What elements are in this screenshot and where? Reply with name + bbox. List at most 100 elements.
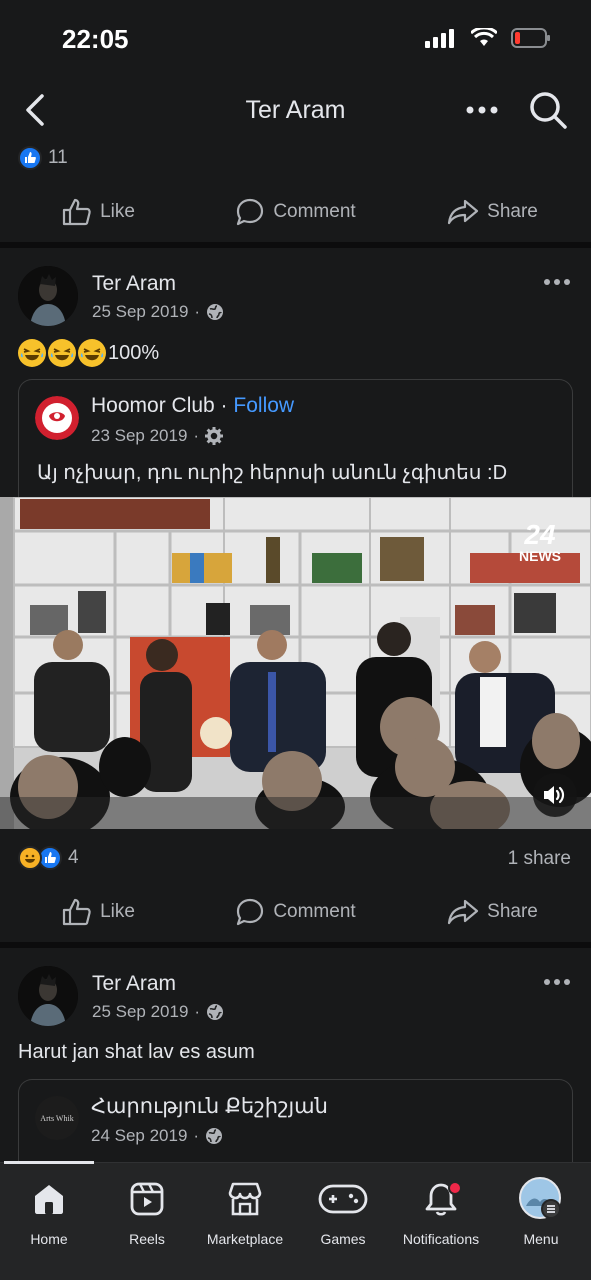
comment-bubble-icon	[237, 898, 264, 926]
more-options-button[interactable]	[462, 94, 502, 126]
shared-author-name[interactable]: Հարություն Քեշիշյան	[91, 1094, 328, 1119]
channel-logo-label: NEWS	[519, 548, 561, 564]
post-divider	[0, 942, 591, 948]
shared-author-name[interactable]: Hoomor Club	[91, 394, 215, 417]
search-icon	[530, 92, 567, 129]
nav-label: Notifications	[402, 1231, 480, 1247]
share-count[interactable]: 1 share	[508, 848, 571, 870]
like-button[interactable]: Like	[0, 884, 197, 940]
marketplace-icon	[228, 1182, 262, 1216]
thumbs-up-icon	[62, 198, 91, 226]
shared-author: Hoomor Club · Follow	[91, 394, 294, 418]
share-button[interactable]: Share	[394, 884, 591, 940]
wifi-icon	[471, 28, 497, 46]
search-button[interactable]	[528, 90, 568, 130]
comment-bubble-icon	[237, 198, 264, 226]
meta-dot: ·	[194, 302, 201, 321]
follow-button[interactable]: Follow	[233, 394, 294, 417]
shared-page-avatar[interactable]: Arts Whik	[35, 1096, 79, 1140]
laughing-emoji-icon	[48, 339, 76, 367]
shared-avatar-text: Arts Whik	[40, 1113, 74, 1123]
nav-label: Reels	[129, 1231, 165, 1247]
reels-icon	[130, 1182, 164, 1216]
share-label: Share	[487, 201, 538, 222]
post-header: Ter Aram 25 Sep 2019 ·	[18, 266, 578, 330]
signal-icon	[425, 29, 454, 48]
like-label: Like	[100, 201, 135, 222]
prev-post-reactions[interactable]: 11	[18, 146, 68, 170]
post-header: Ter Aram 25 Sep 2019 ·	[18, 966, 578, 1030]
nav-label: Games	[320, 1231, 366, 1247]
reaction-count: 11	[48, 147, 68, 168]
globe-icon	[207, 1004, 224, 1020]
like-label: Like	[100, 901, 135, 922]
shared-post-text: Այ ոչխար, դու ուրիշ հերոսի անուն չգիտես …	[37, 462, 508, 484]
shared-post-card[interactable]: Hoomor Club · Follow 23 Sep 2019 · Այ ոչ…	[18, 379, 573, 497]
post-meta: 25 Sep 2019 ·	[92, 302, 224, 322]
battery-icon	[511, 28, 550, 48]
author-name[interactable]: Ter Aram	[92, 272, 176, 296]
post-more-button[interactable]	[540, 270, 574, 294]
author-name[interactable]: Ter Aram	[92, 972, 176, 996]
follow-separator: ·	[214, 394, 234, 417]
like-reaction-icon	[18, 146, 42, 170]
nav-games[interactable]: Games	[294, 1177, 392, 1247]
post-reactions[interactable]: 4	[18, 846, 79, 870]
author-avatar[interactable]	[18, 266, 78, 326]
share-arrow-icon	[448, 199, 479, 225]
shared-post-card[interactable]: Arts Whik Հարություն Քեշիշյան 24 Sep 201…	[18, 1079, 573, 1163]
back-arrow-icon	[26, 94, 44, 126]
home-icon	[35, 1185, 63, 1214]
post-date[interactable]: 25 Sep 2019	[92, 1002, 188, 1022]
nav-reels[interactable]: Reels	[98, 1177, 196, 1247]
nav-home[interactable]: Home	[0, 1177, 98, 1247]
nav-marketplace[interactable]: Marketplace	[196, 1177, 294, 1247]
globe-icon	[206, 1128, 223, 1144]
share-arrow-icon	[448, 899, 479, 925]
sound-toggle-button[interactable]	[533, 773, 577, 817]
post-date[interactable]: 25 Sep 2019	[92, 302, 188, 322]
share-label: Share	[487, 901, 538, 922]
post-text: 100%	[18, 339, 159, 367]
post-more-button[interactable]	[540, 970, 574, 994]
nav-label: Menu	[523, 1231, 559, 1247]
comment-label: Comment	[273, 201, 356, 222]
nav-label: Marketplace	[206, 1231, 284, 1247]
author-avatar[interactable]	[18, 966, 78, 1026]
nav-label: Home	[30, 1231, 68, 1247]
channel-logo-number: 24	[524, 519, 556, 550]
video-player[interactable]: 24 NEWS	[0, 497, 591, 829]
comment-label: Comment	[273, 901, 356, 922]
comment-button[interactable]: Comment	[197, 884, 394, 940]
video-frame	[0, 497, 591, 829]
post-text: Harut jan shat lav es asum	[18, 1041, 255, 1063]
profile-avatar-icon	[519, 1177, 561, 1219]
shared-date[interactable]: 24 Sep 2019	[91, 1126, 187, 1146]
meta-dot: ·	[193, 426, 200, 445]
nav-notifications[interactable]: Notifications	[392, 1177, 490, 1247]
post-text-content: 100%	[108, 341, 160, 364]
status-bar: 22:05	[0, 0, 591, 80]
nav-menu[interactable]: Menu	[492, 1177, 590, 1247]
status-time: 22:05	[62, 24, 129, 54]
speaker-icon	[544, 786, 565, 804]
like-button[interactable]: Like	[0, 184, 197, 240]
meta-dot: ·	[193, 1126, 200, 1145]
shared-page-avatar[interactable]	[35, 396, 79, 440]
post-actions: Like Comment Share	[0, 884, 591, 940]
avatar-image	[18, 266, 78, 326]
more-dots-icon	[544, 279, 570, 285]
more-dots-icon	[544, 979, 570, 985]
gear-icon	[205, 427, 224, 445]
games-icon	[318, 1184, 368, 1214]
post-meta: 25 Sep 2019 ·	[92, 1002, 224, 1022]
share-button[interactable]: Share	[394, 184, 591, 240]
shared-date[interactable]: 23 Sep 2019	[91, 426, 187, 446]
back-button[interactable]	[22, 92, 52, 128]
haha-reaction-icon	[18, 846, 42, 870]
comment-button[interactable]: Comment	[197, 184, 394, 240]
bottom-navigation: Home Reels Marketplace Games Notificatio…	[0, 1161, 591, 1280]
reaction-count: 4	[68, 847, 79, 868]
more-dots-icon	[466, 106, 498, 114]
page-title: Ter Aram	[245, 96, 346, 124]
